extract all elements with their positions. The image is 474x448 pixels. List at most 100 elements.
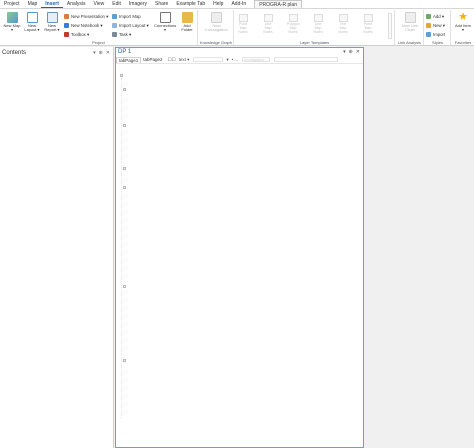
pane-menu-icon[interactable]: ▾ — [343, 49, 346, 55]
point-notes-icon — [238, 14, 248, 22]
layer-template-3[interactable]: Polygon Map Notes — [287, 14, 300, 34]
import-map-button[interactable]: Import Map — [112, 13, 141, 20]
tab-page1[interactable]: tabPage1 — [116, 56, 142, 63]
folder-icon — [181, 12, 193, 23]
map-icon — [6, 12, 18, 23]
toolbox-icon — [64, 32, 69, 37]
style-new-button[interactable]: New ▾ — [426, 22, 445, 29]
menu-tab-map[interactable]: Map — [24, 0, 42, 8]
presentation-icon — [64, 14, 69, 19]
add-folder-label: Add Folder — [181, 23, 193, 33]
pane-menu-icon[interactable]: ▾ — [93, 50, 96, 56]
group-favorites: ★ Add Item ▾ Favorites — [452, 10, 474, 46]
polygon-notes-icon — [288, 14, 298, 22]
group-label-knowledge-graph: Knowledge Graph — [199, 40, 233, 45]
style-new-label: New — [433, 23, 442, 28]
tree-expander[interactable] — [123, 359, 126, 362]
new-map-button[interactable]: New Map ▾ — [3, 12, 21, 33]
layer-template-4[interactable]: Line Map Notes — [312, 14, 324, 34]
add-item-button[interactable]: ★ Add Item ▾ — [454, 12, 472, 33]
pin-icon[interactable]: ⊕ — [349, 49, 353, 55]
tree-expander[interactable] — [123, 186, 126, 189]
contents-title: Contents — [2, 50, 27, 56]
menu-tab-edit[interactable]: Edit — [108, 0, 125, 8]
pin-icon[interactable]: ⊕ — [99, 50, 103, 56]
menu-tab-analysis[interactable]: Analysis — [63, 0, 90, 8]
notebook-icon — [64, 23, 69, 28]
new-presentation-label: New Presentation — [71, 14, 105, 19]
toolbox-label: Toolbox — [71, 32, 86, 37]
text-dropdown[interactable]: text ▾ — [179, 57, 190, 63]
tree-connector — [121, 78, 122, 418]
new-link-chart-button[interactable]: New Link Chart — [400, 12, 420, 33]
menu-tab-share[interactable]: Share — [151, 0, 172, 8]
toolbar-icons[interactable]: ☐☐ — [168, 57, 176, 63]
point-notes-icon — [363, 14, 373, 22]
line-notes-icon — [313, 14, 323, 22]
menu-tab-help[interactable]: Help — [209, 0, 227, 8]
layer-template-label: Text Map Notes — [338, 22, 348, 34]
menu-tab-add-in[interactable]: Add-In — [227, 0, 250, 8]
import-layout-button[interactable]: Import Layout ▾ — [112, 22, 149, 29]
layer-template-1[interactable]: Point Map Notes — [237, 14, 249, 34]
add-folder-button[interactable]: Add Folder — [178, 12, 196, 33]
contents-pane: Contents ▾ ⊕ ✕ — [0, 47, 114, 448]
layer-template-label: Line Map Notes — [313, 22, 323, 34]
investigation-icon — [211, 12, 222, 23]
close-icon[interactable]: ✕ — [106, 50, 110, 56]
connections-button[interactable]: Connections ▾ — [154, 12, 176, 33]
new-investigation-button[interactable]: New Investigation — [205, 12, 228, 33]
toolbar-more[interactable]: • ... — [232, 57, 239, 62]
new-report-button[interactable]: New Report ▾ — [43, 12, 61, 33]
toolbar-field[interactable] — [193, 57, 224, 62]
gallery-scroll[interactable] — [388, 13, 392, 39]
task-button[interactable]: Task ▾ — [112, 31, 131, 38]
new-report-label: New Report — [44, 23, 57, 33]
tree-expander[interactable] — [123, 285, 126, 288]
new-layout-button[interactable]: New Layout ▾ — [23, 12, 41, 33]
investigation-field[interactable]: Investigation — [242, 57, 271, 62]
close-icon[interactable]: ✕ — [356, 49, 360, 55]
group-styles: Add ▾ New ▾ Import Styles — [425, 10, 451, 45]
new-presentation-button[interactable]: New Presentation ▾ — [64, 13, 108, 20]
layer-template-6[interactable]: Point Map Notes — [362, 14, 374, 34]
menu-tab-view[interactable]: View — [90, 0, 109, 8]
group-label-link-analysis: Link Analysis — [397, 40, 422, 45]
toolbar-dropdown[interactable]: ▾ — [226, 57, 228, 63]
tree-expander[interactable] — [123, 88, 126, 91]
group-label-favorites: Favorites — [454, 40, 472, 45]
tree-expander[interactable] — [123, 167, 126, 170]
import-map-icon — [112, 14, 117, 19]
group-link-analysis: New Link Chart Link Analysis — [396, 10, 424, 45]
style-add-button[interactable]: Add ▾ — [426, 13, 444, 20]
new-map-label: New Map — [3, 23, 21, 28]
ribbon: New Map ▾ New Layout ▾ New Report ▾ New … — [0, 9, 474, 46]
import-layout-icon — [112, 23, 117, 28]
document-title[interactable]: DP 1 — [118, 49, 131, 55]
menu-tab-imagery[interactable]: Imagery — [125, 0, 151, 8]
task-icon — [112, 32, 117, 37]
menu-tab-context[interactable]: PROGRA-R plan — [254, 0, 302, 8]
import-style-icon — [426, 32, 431, 37]
menu-tab-project[interactable]: Project — [0, 0, 24, 8]
group-label-layer-templates: Layer Templates — [299, 40, 330, 45]
tab-page2[interactable]: tabPage2 — [141, 57, 164, 62]
tree-expander[interactable] — [123, 124, 126, 127]
empty-dock-area — [364, 47, 474, 448]
search-input[interactable] — [274, 57, 339, 62]
layer-template-label: Point Map Notes — [238, 22, 248, 34]
style-import-button[interactable]: Import — [426, 31, 445, 38]
layer-template-5[interactable]: Text Map Notes — [337, 14, 349, 34]
layer-template-2[interactable]: Line Map Notes — [262, 14, 274, 34]
new-notebook-button[interactable]: New Notebook ▾ — [64, 22, 103, 29]
star-icon: ★ — [458, 11, 468, 23]
link-chart-icon — [404, 12, 416, 23]
tree-expander[interactable] — [120, 74, 123, 77]
menu-tab-insert[interactable]: Insert — [41, 0, 63, 8]
toolbox-button[interactable]: Toolbox ▾ — [64, 31, 89, 38]
document-pane: DP 1 ▾ ⊕ ✕ tabPage1 tabPage2 ☐☐ text ▾ ▾… — [115, 47, 364, 448]
document-toolbar: tabPage1 tabPage2 ☐☐ text ▾ ▾ • ... Inve… — [116, 56, 363, 64]
group-label-project: Project — [92, 40, 105, 45]
add-style-icon — [426, 14, 431, 19]
menu-tab-example-tab[interactable]: Example Tab — [172, 0, 209, 8]
